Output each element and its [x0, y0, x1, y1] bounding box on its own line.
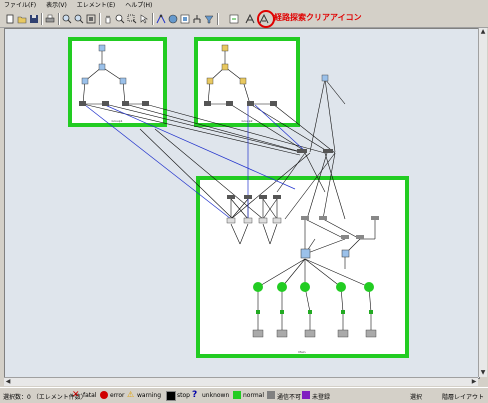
route-icon[interactable] — [156, 14, 166, 24]
status-unreachable: 通信不可 — [277, 394, 302, 401]
print-icon[interactable] — [45, 14, 55, 24]
vertical-scrollbar[interactable]: ▲ ▼ — [478, 28, 487, 377]
network-map-svg: Group1 Group2 Main — [68, 37, 409, 358]
fit-icon[interactable] — [86, 14, 96, 24]
status-layout: 階層レイアウト — [442, 394, 485, 401]
new-icon[interactable] — [5, 14, 15, 24]
status-warning: warning — [137, 392, 162, 399]
menu-help[interactable]: ヘルプ(H) — [121, 0, 156, 11]
scroll-down-arrow-icon[interactable]: ▼ — [479, 369, 487, 377]
layout-icon[interactable] — [168, 14, 178, 24]
tree-icon[interactable] — [192, 14, 202, 24]
scroll-right-arrow-icon[interactable]: ▶ — [470, 378, 478, 386]
status-unregistered: 未登録 — [312, 394, 331, 401]
warning-icon: ⚠ — [127, 390, 135, 399]
open-icon[interactable] — [17, 14, 27, 24]
toolbar — [0, 11, 488, 28]
unreachable-icon — [267, 391, 275, 399]
hand-icon[interactable] — [103, 14, 113, 24]
unknown-icon: ? — [192, 390, 198, 400]
scroll-left-arrow-icon[interactable]: ◀ — [4, 378, 12, 386]
filter-icon[interactable] — [204, 14, 214, 24]
status-select: 選択 — [410, 394, 423, 401]
scroll-up-arrow-icon[interactable]: ▲ — [479, 28, 487, 36]
status-bar: 選択数：0 （エレメント件数） ✕ fatal error ⚠ warning … — [0, 387, 488, 403]
zoom-in-icon[interactable] — [62, 14, 72, 24]
menu-bar: ファイル(F) 表示(V) エレメント(E) ヘルプ(H) — [0, 0, 488, 11]
group-label: Group1 — [111, 119, 122, 123]
search-icon[interactable] — [115, 14, 125, 24]
select-icon[interactable] — [139, 14, 149, 24]
group-label: Group2 — [241, 119, 252, 123]
status-fatal: fatal — [83, 392, 97, 399]
status-unknown: unknown — [202, 392, 230, 399]
normal-icon — [233, 391, 241, 399]
menu-view[interactable]: 表示(V) — [42, 0, 71, 11]
group-box — [196, 176, 409, 358]
save-icon[interactable] — [29, 14, 39, 24]
zoom-out-icon[interactable] — [74, 14, 84, 24]
status-stop: stop — [177, 392, 190, 399]
export-icon[interactable] — [229, 14, 239, 24]
network-map-canvas[interactable]: Group1 Group2 Main — [4, 28, 480, 379]
status-error: error — [110, 392, 125, 399]
horizontal-scrollbar[interactable]: ◀ ▶ — [4, 377, 478, 386]
annotation-route-clear: 経路探索クリアアイコン — [274, 13, 362, 22]
menu-file[interactable]: ファイル(F) — [0, 0, 40, 11]
group-label: Main — [298, 350, 305, 354]
stop-icon — [166, 391, 176, 401]
unregistered-icon — [302, 391, 310, 399]
fatal-icon: ✕ — [72, 390, 80, 400]
error-icon — [100, 391, 108, 399]
menu-element[interactable]: エレメント(E) — [73, 0, 119, 11]
map-icon[interactable] — [180, 14, 190, 24]
settings-icon[interactable] — [245, 14, 255, 24]
zoom-area-icon[interactable] — [127, 14, 137, 24]
route-clear-highlight-circle — [257, 10, 275, 28]
status-normal: normal — [243, 392, 265, 399]
